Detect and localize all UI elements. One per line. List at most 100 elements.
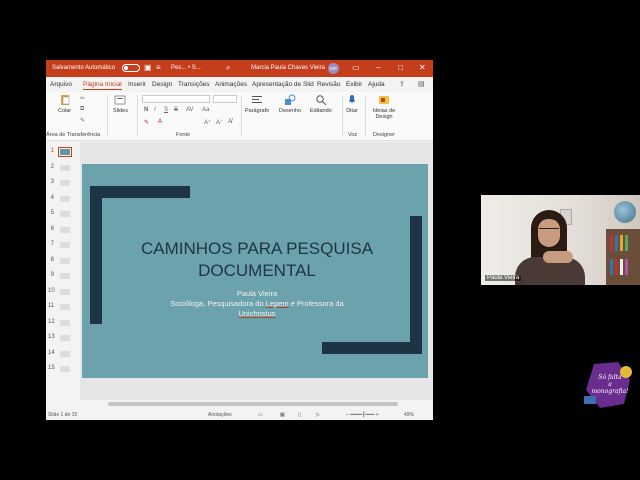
grow-font-icon[interactable]: A⁺	[204, 119, 211, 126]
slide-thumbnail[interactable]: 15	[46, 363, 80, 375]
speaker-face	[538, 219, 560, 247]
character-spacing-button[interactable]: AV	[186, 107, 194, 113]
document-title[interactable]: Pes... • S...	[171, 65, 201, 71]
tab-exibir[interactable]: Exibir	[346, 81, 362, 88]
webcam-video: Paula Vieira	[481, 195, 640, 285]
zoom-level[interactable]: 49%	[404, 412, 414, 418]
save-icon[interactable]: ▣	[144, 63, 152, 73]
slide-thumbnail[interactable]: 3	[46, 177, 80, 189]
share-icon[interactable]: ⇪	[399, 80, 405, 88]
slide-subtitle[interactable]: Paula Vieira Socióloga, Pesquisadora do …	[132, 289, 382, 319]
slide-thumbnail[interactable]: 9	[46, 270, 80, 282]
slide-title[interactable]: CAMINHOS PARA PESQUISA DOCUMENTAL	[112, 238, 402, 282]
voice-group-label: Voz	[348, 132, 358, 138]
vertical-scrollbar[interactable]	[430, 142, 433, 400]
globe	[614, 201, 636, 223]
tab-pagina-inicial[interactable]: Página Inicial	[83, 81, 122, 90]
slide-sorter-icon[interactable]: ▦	[280, 412, 285, 418]
slide-thumbnail[interactable]: 7	[46, 239, 80, 251]
tab-revisao[interactable]: Revisão	[317, 81, 340, 88]
find-icon	[316, 95, 327, 106]
slide-number: 14	[48, 349, 55, 356]
slide-thumbnail[interactable]: 12	[46, 317, 80, 329]
tab-inserir[interactable]: Inserir	[128, 81, 146, 88]
design-ideas-button[interactable]: Ideias de Design	[369, 94, 399, 120]
font-name-dropdown[interactable]	[142, 95, 210, 103]
slideshow-icon[interactable]: ▷	[316, 412, 320, 418]
separator	[241, 95, 242, 137]
font-size-dropdown[interactable]	[213, 95, 237, 103]
underline-button[interactable]: S	[164, 107, 168, 113]
screen-border-right	[433, 60, 481, 420]
drawing-button[interactable]: Desenho	[279, 94, 301, 114]
bold-button[interactable]: N	[144, 107, 148, 113]
normal-view-icon[interactable]: ▭	[258, 412, 263, 418]
slide-number: 6	[50, 225, 54, 232]
avatar[interactable]: MP	[328, 63, 339, 74]
slides-label: Slides	[113, 108, 128, 114]
search-icon[interactable]: ⌕	[226, 63, 230, 73]
slide-number: 3	[50, 179, 54, 185]
slide-thumbnail[interactable]: 14	[46, 348, 80, 360]
shrink-font-icon[interactable]: A⁻	[216, 119, 223, 126]
slide-thumbnail-preview	[60, 242, 70, 248]
editing-label: Editando	[310, 108, 332, 114]
format-painter-icon[interactable]: ✎	[80, 117, 85, 124]
slide-title-line2: DOCUMENTAL	[198, 261, 316, 280]
slide-thumbnails-pane: 1 2 3 4 5 6 7 8 9 10 11 12 13 14 15	[46, 142, 80, 402]
slide-thumbnail[interactable]: 5	[46, 208, 80, 220]
tab-ajuda[interactable]: Ajuda	[368, 81, 385, 88]
current-slide[interactable]: CAMINHOS PARA PESQUISA DOCUMENTAL Paula …	[82, 164, 428, 378]
tab-arquivo[interactable]: Arquivo	[50, 81, 72, 88]
slide-thumbnail[interactable]: 4	[46, 193, 80, 205]
scrollbar-thumb[interactable]	[108, 402, 398, 406]
slide-thumbnail[interactable]: 13	[46, 332, 80, 344]
slides-button[interactable]: Slides	[113, 94, 128, 114]
slide-number: 9	[50, 272, 54, 278]
change-case-button[interactable]: Aa	[202, 107, 209, 113]
powerpoint-window: Salvamento Automático ▣ ≡ Pes... • S... …	[46, 60, 433, 420]
font-color-icon[interactable]: A	[158, 119, 162, 125]
reading-view-icon[interactable]: ▯	[298, 412, 301, 418]
paragraph-button[interactable]: Parágrafo	[245, 94, 269, 114]
slide-thumbnail-preview	[60, 164, 70, 171]
design-ideas-icon	[379, 96, 389, 104]
slide-thumbnail[interactable]: 2	[46, 162, 80, 174]
tab-apresentacao[interactable]: Apresentação de Slides	[252, 81, 314, 88]
cut-icon[interactable]: ✂	[80, 95, 85, 102]
copy-icon[interactable]: ⧉	[80, 106, 84, 113]
close-icon[interactable]: ✕	[419, 63, 426, 72]
paste-button[interactable]: Colar	[58, 94, 71, 114]
slide-thumbnail-preview	[58, 147, 72, 157]
tab-design[interactable]: Design	[152, 81, 172, 88]
slide-thumbnail[interactable]: 11	[46, 301, 80, 313]
notes-button[interactable]: Anotações	[208, 412, 232, 418]
bookshelf	[606, 229, 640, 285]
bracket-right	[410, 216, 422, 354]
horizontal-scrollbar[interactable]	[80, 400, 433, 408]
slide-thumbnail[interactable]: 6	[46, 224, 80, 236]
separator	[107, 95, 108, 137]
microphone-icon	[348, 95, 356, 103]
maximize-icon[interactable]: □	[398, 63, 403, 72]
clipboard-icon	[60, 95, 69, 105]
ribbon-display-icon[interactable]: ▭	[352, 63, 360, 72]
zoom-slider[interactable]: – ━━━━┃━━━ +	[346, 412, 379, 418]
comments-icon[interactable]: ▤	[418, 80, 425, 88]
italic-button[interactable]: I	[154, 107, 156, 113]
highlight-color-icon[interactable]: ✎	[144, 119, 149, 126]
dictate-button[interactable]: Ditar	[346, 94, 358, 114]
customize-toolbar-icon[interactable]: ≡	[156, 63, 161, 73]
editing-button[interactable]: Editando	[310, 94, 332, 114]
strikethrough-button[interactable]: S	[174, 107, 178, 113]
slide-thumbnail[interactable]: 8	[46, 255, 80, 267]
slide-thumbnail[interactable]: 1	[46, 146, 80, 158]
clipboard-group-label: Área de Transferência	[46, 132, 101, 138]
slide-thumbnail-preview	[60, 195, 70, 202]
slide-thumbnail[interactable]: 10	[46, 286, 80, 298]
tab-transicoes[interactable]: Transições	[178, 81, 210, 88]
autosave-toggle[interactable]	[122, 64, 140, 72]
clear-formatting-icon[interactable]: A̸	[228, 119, 232, 125]
tab-animacoes[interactable]: Animações	[215, 81, 247, 88]
minimize-icon[interactable]: –	[376, 63, 380, 72]
